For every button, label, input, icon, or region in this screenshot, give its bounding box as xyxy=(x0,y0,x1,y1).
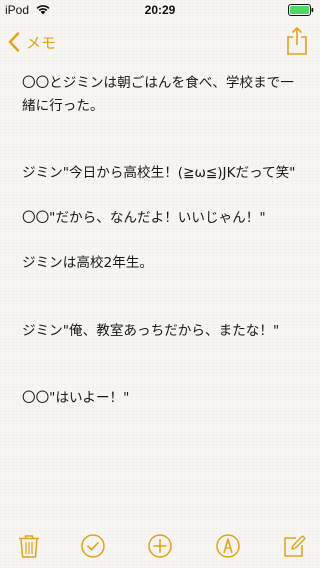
back-label: メモ xyxy=(26,33,57,52)
note-line: ジミン"俺、教室あっちだから、またな！" xyxy=(22,322,280,339)
markup-icon xyxy=(216,534,240,558)
share-icon xyxy=(287,27,307,55)
note-line xyxy=(22,140,300,163)
note-line: 〇〇"だから、なんだよ！いいじゃん！" xyxy=(22,210,266,226)
checklist-icon xyxy=(81,534,105,558)
note-line xyxy=(22,275,300,298)
add-icon xyxy=(148,534,172,558)
status-time: 20:29 xyxy=(144,3,176,17)
add-button[interactable] xyxy=(147,533,173,559)
nav-bar: メモ xyxy=(0,20,320,64)
note-line xyxy=(22,230,300,253)
status-bar: iPod 20:29 xyxy=(0,0,320,20)
compose-icon xyxy=(284,535,306,557)
note-line: 〇〇"はいよー！" xyxy=(22,390,130,406)
delete-button[interactable] xyxy=(16,533,42,559)
share-button[interactable] xyxy=(284,26,310,56)
note-line xyxy=(22,365,300,388)
checklist-button[interactable] xyxy=(80,533,106,559)
note-line xyxy=(22,297,300,320)
note-line: ジミンは高校2年生。 xyxy=(22,255,153,271)
note-line xyxy=(22,342,300,365)
note-line: 〇〇とジミンは朝ごはんを食べ、学校まで一緒に行った。 xyxy=(22,75,294,114)
note-body[interactable]: 〇〇とジミンは朝ごはんを食べ、学校まで一緒に行った。 ジミン"今日から高校生！(… xyxy=(22,72,300,410)
compose-button[interactable] xyxy=(281,533,307,559)
battery-full-icon xyxy=(288,4,314,16)
note-line: ジミン"今日から高校生！(≧ω≦)JKだって笑" xyxy=(22,165,296,181)
note-line xyxy=(22,117,300,140)
note-line xyxy=(22,185,300,208)
trash-icon xyxy=(19,535,39,558)
bottom-toolbar xyxy=(0,524,320,568)
back-button[interactable]: メモ xyxy=(8,28,56,56)
markup-button[interactable] xyxy=(215,533,241,559)
chevron-left-icon xyxy=(8,32,20,52)
